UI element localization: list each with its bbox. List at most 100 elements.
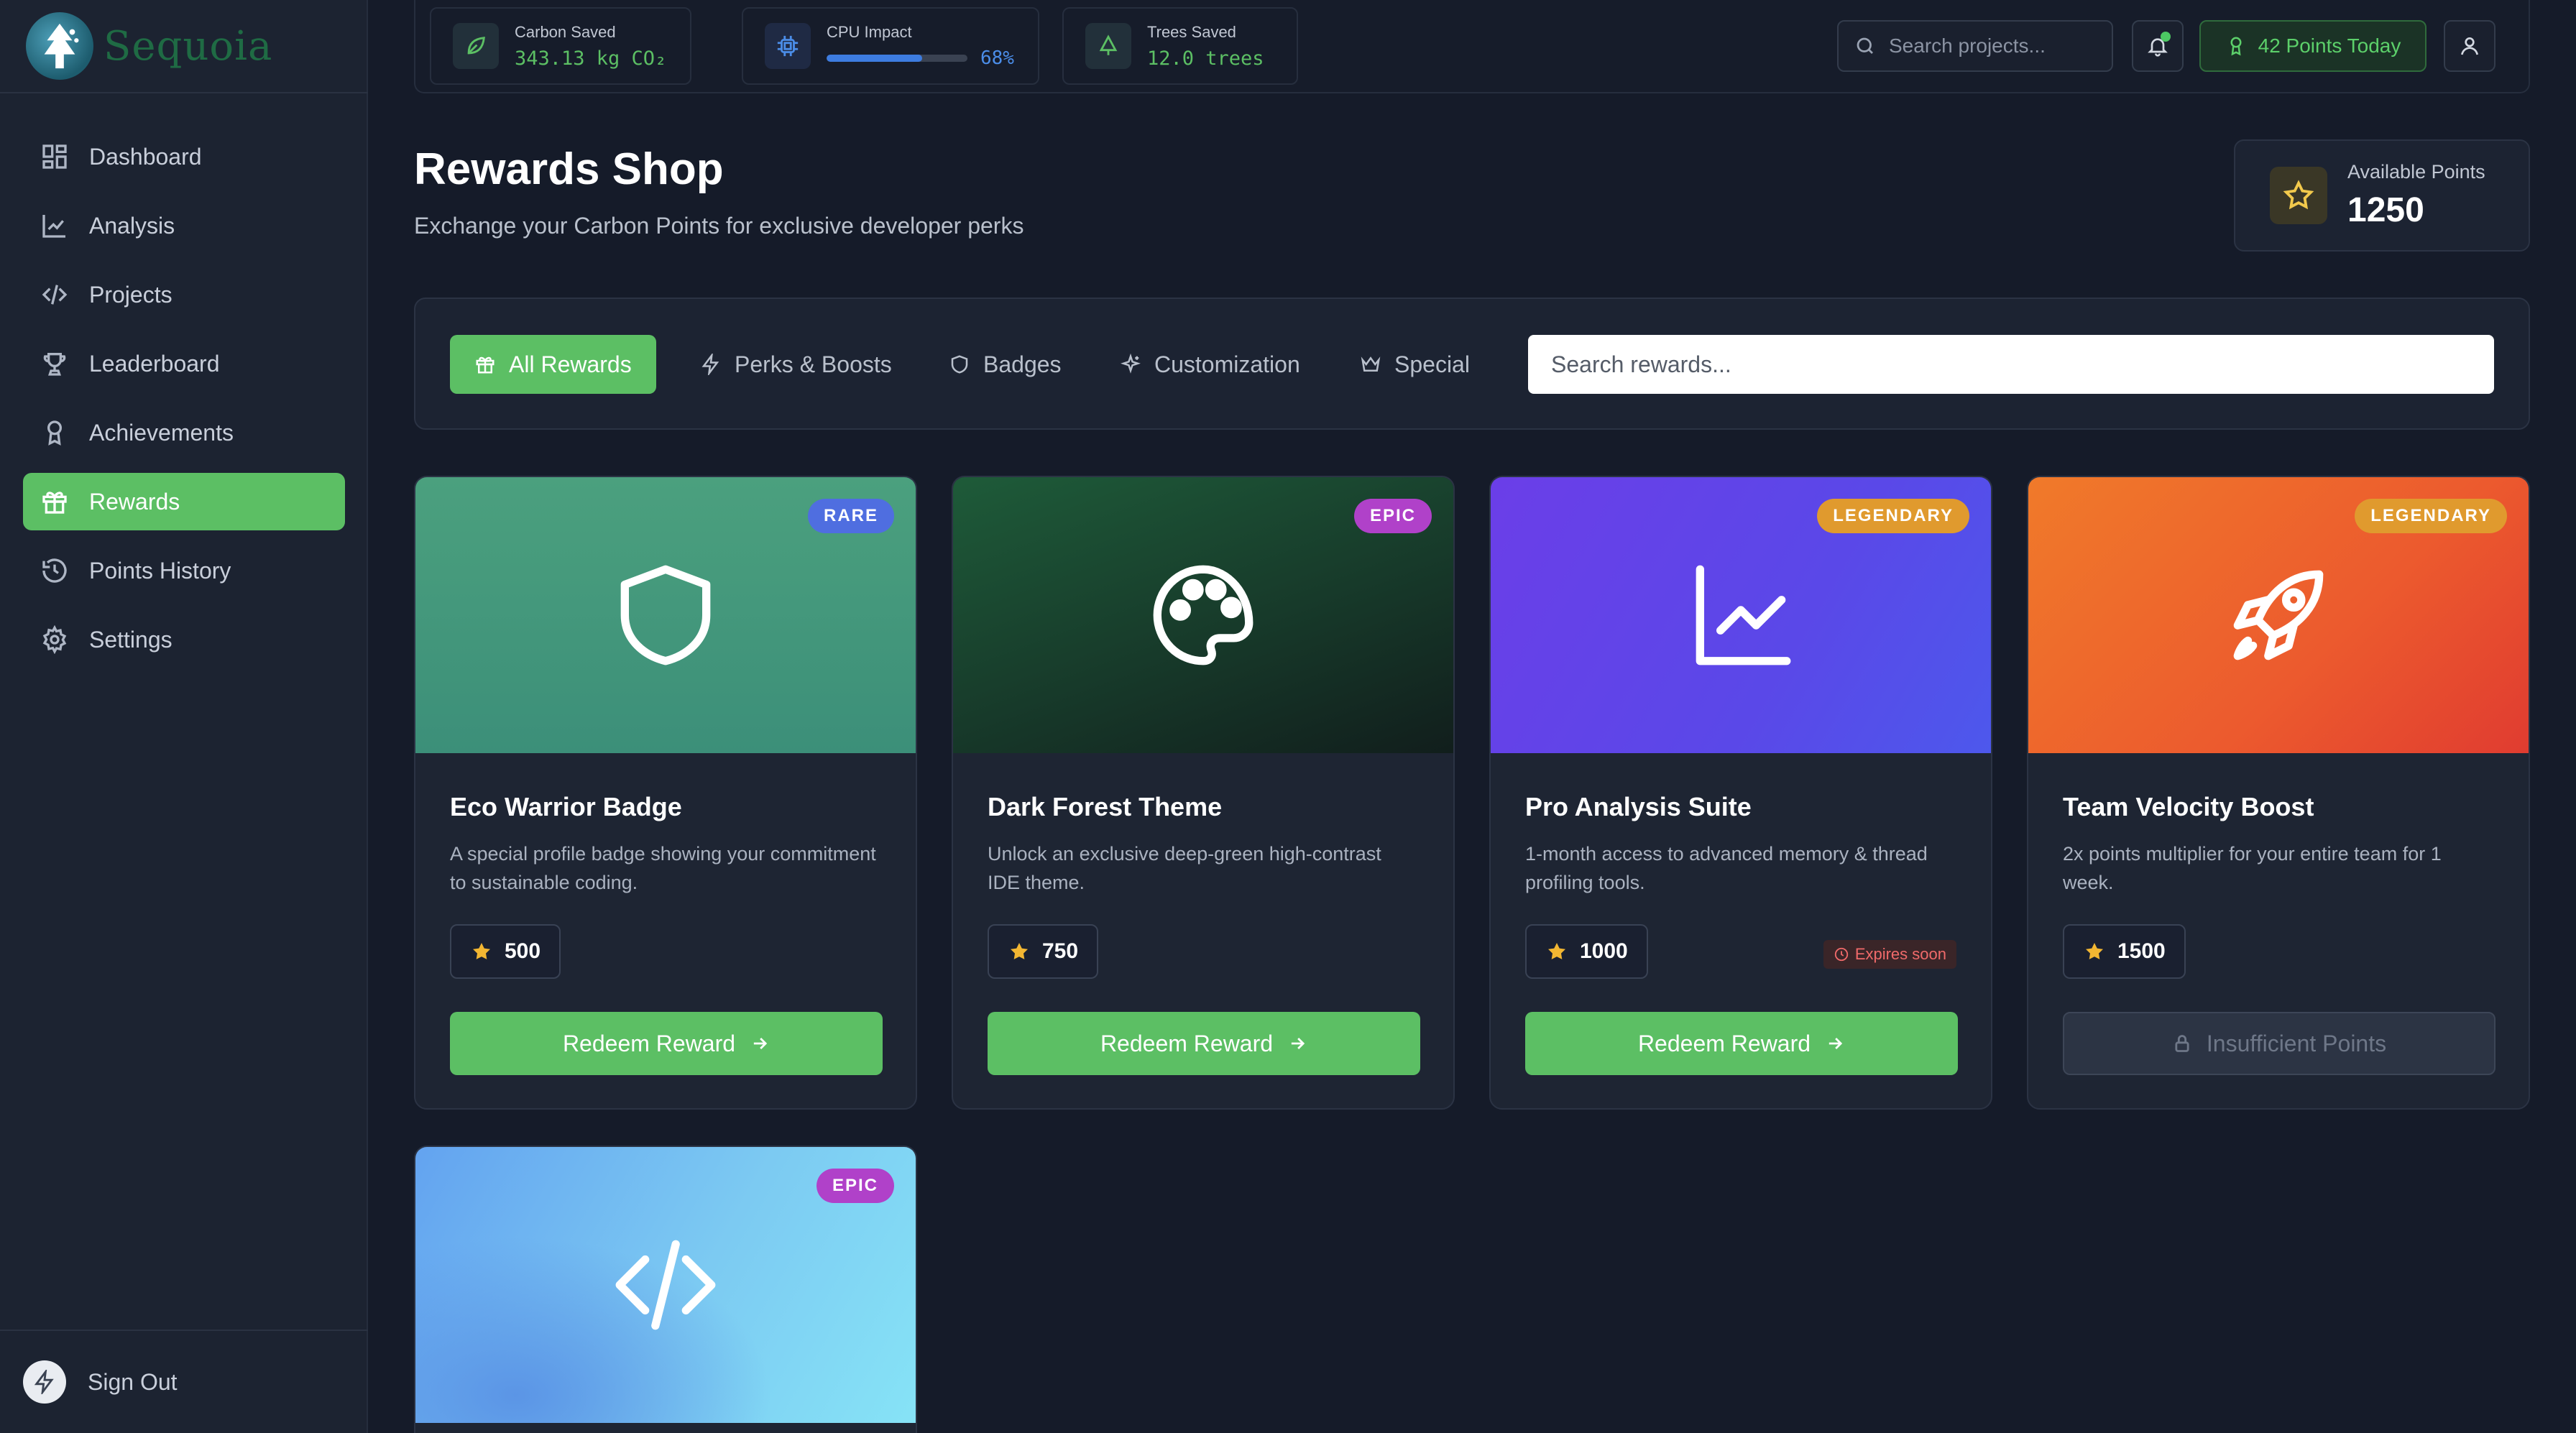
tab-special[interactable]: Special xyxy=(1335,335,1494,394)
cpu-impact-fill xyxy=(827,55,923,62)
star-icon xyxy=(473,943,490,959)
arrow-right-icon xyxy=(753,1038,768,1049)
shield-icon xyxy=(620,565,711,665)
trees-saved-value: 12.0 trees xyxy=(1147,47,1264,70)
reward-hero: EPIC xyxy=(415,1147,916,1423)
shield-icon xyxy=(951,355,968,374)
reward-cost: 1000 xyxy=(1525,924,1648,979)
available-points-card: Available Points 1250 xyxy=(2234,139,2530,252)
top-bar: Carbon Saved 343.13 kg CO₂ CPU Impact 68… xyxy=(414,0,2530,93)
filter-bar: All Rewards Perks & Boosts Badges Custom… xyxy=(414,298,2530,430)
redeem-label: Redeem Reward xyxy=(562,1030,736,1056)
history-icon xyxy=(42,558,67,583)
sidebar-item-label: Projects xyxy=(89,281,172,308)
tab-label: Perks & Boosts xyxy=(735,351,892,377)
arrow-right-icon xyxy=(1828,1038,1843,1049)
reward-cost-value: 500 xyxy=(505,939,541,963)
notifications-button[interactable] xyxy=(2132,20,2184,72)
sidebar-item-leaderboard[interactable]: Leaderboard xyxy=(23,335,345,392)
bolt-icon xyxy=(23,1360,66,1404)
redeem-label: Redeem Reward xyxy=(1637,1030,1811,1056)
reward-cost: 500 xyxy=(450,924,561,979)
reward-card-dark-forest-theme: EPIC Dark Forest Theme Unlock an exclusi… xyxy=(952,476,1455,1110)
redeem-button[interactable]: Redeem Reward xyxy=(1525,1012,1958,1075)
tab-perks-boosts[interactable]: Perks & Boosts xyxy=(676,335,916,394)
sidebar-item-label: Leaderboard xyxy=(89,350,220,377)
reward-hero: LEGENDARY xyxy=(2028,477,2529,753)
brand-name: Sequoia xyxy=(104,22,273,70)
code-icon xyxy=(42,285,68,305)
sparkles-icon xyxy=(1121,354,1141,374)
sidebar-item-dashboard[interactable]: Dashboard xyxy=(23,128,345,185)
reward-hero: RARE xyxy=(415,477,916,753)
trees-saved-stat: Trees Saved 12.0 trees xyxy=(1062,7,1298,85)
rewards-search-input[interactable] xyxy=(1528,335,2494,394)
search-icon xyxy=(1857,37,1873,54)
project-search[interactable] xyxy=(1837,20,2113,72)
code-icon xyxy=(615,1240,716,1330)
reward-title: Team Velocity Boost xyxy=(2063,792,2314,821)
page-title: Rewards Shop xyxy=(414,144,724,194)
points-today-button[interactable]: 42 Points Today xyxy=(2199,20,2426,72)
reward-card-team-velocity-boost: LEGENDARY Team Velocity Boost 2x points … xyxy=(2027,476,2530,1110)
line-chart-icon xyxy=(1696,565,1791,665)
sidebar-item-rewards[interactable]: Rewards xyxy=(23,473,345,530)
rarity-badge: RARE xyxy=(807,499,894,533)
carbon-saved-stat: Carbon Saved 343.13 kg CO₂ xyxy=(430,7,691,85)
tab-all-rewards[interactable]: All Rewards xyxy=(450,335,656,394)
lock-icon xyxy=(2175,1035,2189,1052)
sidebar-item-analysis[interactable]: Analysis xyxy=(23,197,345,254)
leaf-icon xyxy=(453,23,499,69)
cpu-impact-value: 68% xyxy=(980,47,1014,69)
carbon-saved-value: 343.13 kg CO₂ xyxy=(515,47,667,70)
tab-label: Customization xyxy=(1154,351,1300,377)
tab-customization[interactable]: Customization xyxy=(1095,335,1325,394)
reward-card-eco-warrior-badge: RARE Eco Warrior Badge A special profile… xyxy=(414,476,917,1110)
reward-description: A special profile badge showing your com… xyxy=(450,843,876,893)
carbon-saved-label: Carbon Saved xyxy=(515,22,616,41)
brand[interactable]: Sequoia xyxy=(0,0,368,93)
insufficient-points-button[interactable]: Insufficient Points xyxy=(2063,1012,2496,1075)
reward-description: 1-month access to advanced memory & thre… xyxy=(1525,843,1928,893)
rarity-badge: LEGENDARY xyxy=(2355,499,2507,533)
sidebar-item-points-history[interactable]: Points History xyxy=(23,542,345,599)
sidebar-item-achievements[interactable]: Achievements xyxy=(23,404,345,461)
trophy-icon xyxy=(43,353,66,376)
cpu-impact-label: CPU Impact xyxy=(827,23,912,41)
reward-cost: 750 xyxy=(988,924,1099,979)
reward-title: Eco Warrior Badge xyxy=(450,792,682,821)
tab-badges[interactable]: Badges xyxy=(924,335,1086,394)
redeem-label: Redeem Reward xyxy=(1100,1030,1274,1056)
star-icon xyxy=(2270,167,2327,224)
reward-hero: LEGENDARY xyxy=(1491,477,1991,753)
sidebar-item-label: Dashboard xyxy=(89,143,202,170)
zap-icon xyxy=(702,354,719,375)
redeem-button[interactable]: Redeem Reward xyxy=(988,1012,1420,1075)
award-icon xyxy=(47,420,62,446)
expires-soon-badge: Expires soon xyxy=(1823,940,1956,969)
palette-icon xyxy=(1153,565,1254,665)
tab-label: Special xyxy=(1394,351,1470,377)
star-icon xyxy=(2086,943,2103,959)
redeem-button[interactable]: Redeem Reward xyxy=(450,1012,883,1075)
tab-label: Badges xyxy=(983,351,1062,377)
star-icon xyxy=(1548,943,1565,959)
trees-saved-label: Trees Saved xyxy=(1147,22,1236,41)
cpu-impact-bar xyxy=(827,55,967,62)
reward-card-code: EPIC xyxy=(414,1146,917,1433)
expires-soon-label: Expires soon xyxy=(1854,945,1946,963)
project-search-input[interactable] xyxy=(1889,34,2104,57)
sidebar-item-settings[interactable]: Settings xyxy=(23,611,345,668)
sign-out-button[interactable]: Sign Out xyxy=(0,1330,368,1433)
reward-description: 2x points multiplier for your entire tea… xyxy=(2063,843,2442,893)
clock-icon xyxy=(1834,947,1848,962)
rarity-badge: EPIC xyxy=(816,1169,894,1203)
profile-button[interactable] xyxy=(2444,20,2496,72)
sidebar: Sequoia Dashboard Analysis Projects Lead… xyxy=(0,0,368,1433)
sidebar-item-label: Points History xyxy=(89,557,231,584)
cpu-icon xyxy=(765,23,811,69)
tab-label: All Rewards xyxy=(509,351,632,377)
sidebar-item-projects[interactable]: Projects xyxy=(23,266,345,323)
sidebar-item-label: Achievements xyxy=(89,419,234,446)
sign-out-label: Sign Out xyxy=(88,1368,178,1395)
